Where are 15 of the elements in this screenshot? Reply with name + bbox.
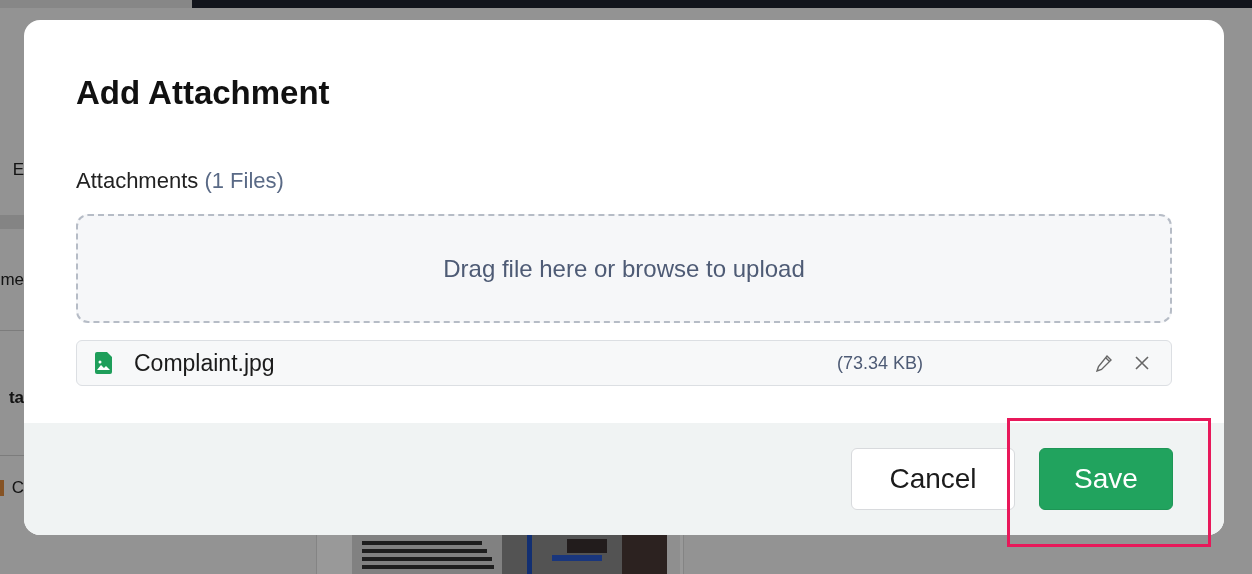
close-icon [1135,356,1149,370]
file-name: Complaint.jpg [134,348,275,378]
image-file-icon [95,352,112,374]
cancel-button[interactable]: Cancel [851,448,1015,510]
section-band [0,215,24,229]
dialog-title: Add Attachment [76,73,331,113]
background-text: me [0,269,24,291]
file-size: (73.34 KB) [836,351,923,375]
save-button[interactable]: Save [1039,448,1173,510]
background-text: C [11,477,24,499]
upload-dropzone[interactable]: Drag file here or browse to upload [76,214,1172,323]
background-text: ta [8,387,24,409]
background-text: E [12,159,24,181]
field-label: Attachments (1 Files) [76,167,285,195]
pencil-icon [1095,354,1113,372]
